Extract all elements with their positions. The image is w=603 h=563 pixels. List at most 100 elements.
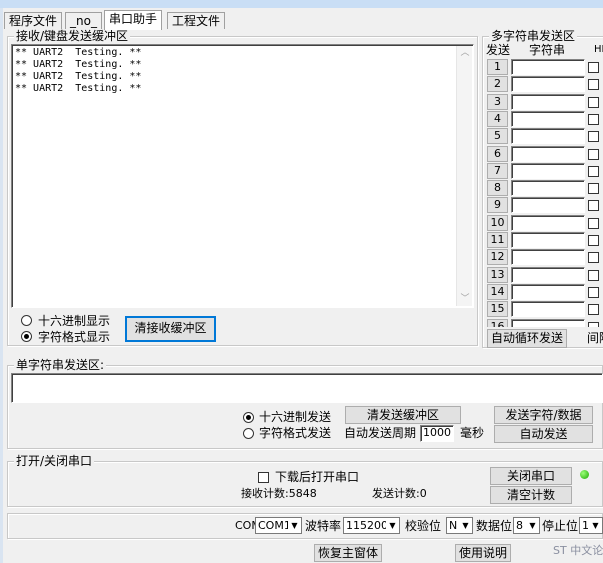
multi-send-row-button[interactable]: 15 [487, 301, 508, 317]
multi-send-row-input[interactable] [511, 284, 585, 300]
tab-project-files[interactable]: 工程文件 [167, 12, 226, 29]
multi-send-row-button[interactable]: 5 [487, 128, 508, 144]
multi-send-row-hex-checkbox[interactable] [588, 183, 599, 194]
multi-send-row-button[interactable]: 16 [487, 319, 508, 327]
dropdown-arrow-icon: ▼ [526, 518, 539, 533]
interval-label: 间隔 [587, 331, 603, 345]
baud-select[interactable]: 115200 ▼ [343, 517, 400, 534]
watermark-text: ST 中文论坛 [553, 544, 603, 557]
multi-send-row-button[interactable]: 14 [487, 284, 508, 300]
multi-send-row-hex-checkbox[interactable] [588, 235, 599, 246]
restore-main-window-button[interactable]: 恢复主窗体 [314, 544, 382, 562]
multi-send-row-hex-checkbox[interactable] [588, 131, 599, 142]
multi-send-row-hex-checkbox[interactable] [588, 62, 599, 73]
multi-send-row-hex-checkbox[interactable] [588, 270, 599, 281]
auto-loop-send-button[interactable]: 自动循环发送 [487, 329, 567, 348]
receive-line: ** UART2 Testing. ** [15, 47, 142, 58]
multi-send-row-button[interactable]: 3 [487, 94, 508, 110]
multi-send-row-button[interactable]: 9 [487, 197, 508, 213]
multi-send-row-hex-checkbox[interactable] [588, 97, 599, 108]
multi-send-row-input[interactable] [511, 197, 585, 213]
tab-program-files[interactable]: 程序文件 [4, 12, 63, 29]
multi-send-row-button[interactable]: 8 [487, 180, 508, 196]
multi-send-row-input[interactable] [511, 215, 585, 231]
multi-send-row-button[interactable]: 10 [487, 215, 508, 231]
parity-select[interactable]: N ▼ [446, 517, 473, 534]
multi-send-row-button[interactable]: 6 [487, 146, 508, 162]
left-edge-strip [0, 8, 3, 563]
multi-send-row-input[interactable] [511, 146, 585, 162]
single-send-input[interactable] [11, 373, 603, 403]
multi-send-row-hex-checkbox[interactable] [588, 304, 599, 315]
multi-send-row-hex-checkbox[interactable] [588, 200, 599, 211]
port-status-led [580, 470, 589, 479]
multi-send-row: 9 [487, 197, 603, 214]
multi-send-row: 15 [487, 301, 603, 318]
multi-send-row-input[interactable] [511, 128, 585, 144]
stopbits-select[interactable]: 1 ▼ [579, 517, 603, 534]
multi-send-row-input[interactable] [511, 59, 585, 75]
multi-send-row-input[interactable] [511, 76, 585, 92]
rx-count: 接收计数:5848 [241, 487, 317, 501]
multi-send-row-input[interactable] [511, 319, 585, 327]
multi-send-row-input[interactable] [511, 94, 585, 110]
stopbits-value: 1 [582, 519, 589, 532]
clear-receive-button[interactable]: 清接收缓冲区 [125, 316, 216, 342]
clear-count-button[interactable]: 清空计数 [490, 486, 572, 504]
scroll-down-icon[interactable]: ﹀ [457, 292, 473, 306]
multi-send-row: 14 [487, 284, 603, 301]
help-button[interactable]: 使用说明 [455, 544, 511, 562]
com-select[interactable]: COM11 ▼ [255, 517, 302, 534]
multi-send-row-hex-checkbox[interactable] [588, 322, 599, 327]
tab-serial-assistant[interactable]: 串口助手 [104, 10, 163, 30]
parity-label: 校验位 [405, 519, 442, 533]
multi-send-row-input[interactable] [511, 301, 585, 317]
multi-send-row: 5 [487, 128, 603, 145]
multi-send-row-button[interactable]: 2 [487, 76, 508, 92]
receive-buffer[interactable]: ** UART2 Testing. ** ** UART2 Testing. *… [11, 44, 474, 308]
multi-send-row-hex-checkbox[interactable] [588, 252, 599, 263]
multi-send-row-hex-checkbox[interactable] [588, 149, 599, 160]
open-after-download-checkbox[interactable] [258, 472, 269, 483]
multi-send-row-button[interactable]: 12 [487, 249, 508, 265]
multi-send-row-hex-checkbox[interactable] [588, 114, 599, 125]
receive-lines: ** UART2 Testing. ** ** UART2 Testing. *… [15, 47, 141, 95]
multi-send-row-input[interactable] [511, 267, 585, 283]
receive-line: ** UART2 Testing. ** [15, 83, 142, 94]
multi-send-row-button[interactable]: 1 [487, 59, 508, 75]
tab-no[interactable]: _no_ [65, 12, 102, 29]
multi-send-row-input[interactable] [511, 111, 585, 127]
period-input[interactable]: 1000 [420, 425, 454, 442]
parity-value: N [449, 519, 458, 532]
col-string-header: 字符串 [529, 43, 566, 57]
auto-send-button[interactable]: 自动发送 [494, 425, 593, 443]
clear-send-button[interactable]: 清发送缓冲区 [345, 406, 461, 424]
hex-send-radio[interactable] [243, 412, 254, 423]
multi-send-row-hex-checkbox[interactable] [588, 79, 599, 90]
col-hex-header: HEX [594, 44, 603, 55]
multi-send-row-hex-checkbox[interactable] [588, 218, 599, 229]
multi-send-row-button[interactable]: 11 [487, 232, 508, 248]
send-data-button[interactable]: 发送字符/数据 [494, 406, 593, 424]
scroll-up-icon[interactable]: ︿ [457, 46, 473, 60]
auto-period-label: 自动发送周期 [344, 426, 417, 440]
multi-send-row-input[interactable] [511, 249, 585, 265]
multi-send-row-input[interactable] [511, 180, 585, 196]
multi-send-row-hex-checkbox[interactable] [588, 166, 599, 177]
databits-select[interactable]: 8 ▼ [513, 517, 540, 534]
multi-send-row-hex-checkbox[interactable] [588, 287, 599, 298]
receive-scrollbar[interactable]: ︿ ﹀ [456, 46, 472, 306]
multi-send-row-input[interactable] [511, 163, 585, 179]
multi-send-row-button[interactable]: 7 [487, 163, 508, 179]
hex-display-radio[interactable] [21, 315, 32, 326]
close-port-button[interactable]: 关闭串口 [490, 467, 572, 485]
multi-send-row-button[interactable]: 4 [487, 111, 508, 127]
open-after-download-label: 下载后打开串口 [275, 470, 360, 484]
port-group-title: 打开/关闭串口 [14, 454, 95, 468]
text-send-radio[interactable] [243, 428, 254, 439]
multi-send-row-button[interactable]: 13 [487, 267, 508, 283]
databits-label: 数据位 [476, 519, 513, 533]
multi-send-row-input[interactable] [511, 232, 585, 248]
text-display-radio[interactable] [21, 331, 32, 342]
baud-label: 波特率 [305, 519, 342, 533]
